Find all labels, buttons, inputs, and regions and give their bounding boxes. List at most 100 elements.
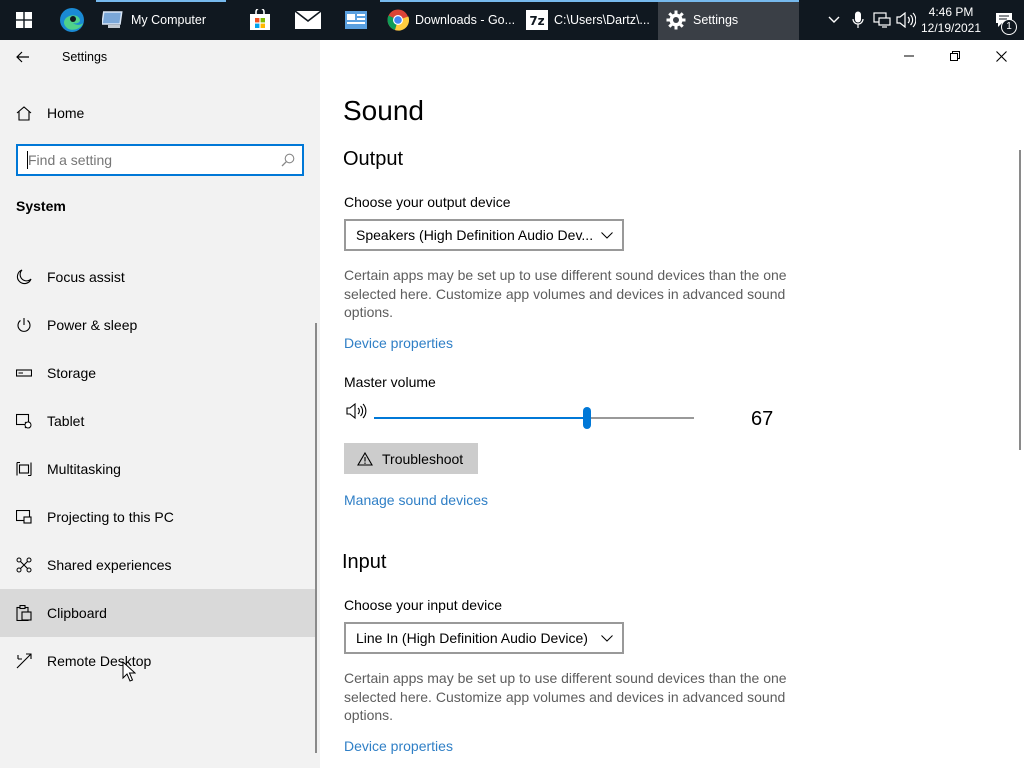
multitasking-icon [0, 445, 47, 493]
taskbar-app-7zip[interactable]: 7z C:\Users\Dartz\... [519, 0, 658, 40]
edge-icon [60, 8, 84, 32]
sidebar-item-tablet[interactable]: Tablet [0, 397, 316, 445]
sidebar-item-remote-desktop[interactable]: Remote Desktop [0, 637, 316, 685]
taskbar-app-settings[interactable]: Settings [658, 0, 799, 40]
store-taskbar-button[interactable] [236, 0, 284, 40]
search-icon[interactable] [274, 153, 302, 167]
sidebar-item-storage[interactable]: Storage [0, 349, 316, 397]
output-device-label: Choose your output device [344, 194, 511, 210]
output-device-properties-link[interactable]: Device properties [344, 335, 453, 351]
clock-date: 12/19/2021 [920, 21, 982, 35]
master-volume-slider[interactable] [374, 404, 694, 432]
sidebar-item-label: Projecting to this PC [47, 509, 174, 525]
taskbar-app-label: My Computer [131, 13, 207, 27]
output-heading: Output [343, 148, 404, 170]
taskbar-clock[interactable]: 4:46 PM 12/19/2021 [918, 4, 984, 36]
mouse-cursor-icon [122, 661, 136, 682]
back-button[interactable] [0, 40, 46, 74]
sound-settings-pane: Sound Output Choose your output device S… [320, 40, 1024, 768]
news-icon [345, 11, 367, 29]
sidebar-item-label: Tablet [47, 413, 85, 429]
shared-experiences-icon [0, 541, 47, 589]
system-tray: 4:46 PM 12/19/2021 1 [822, 0, 1024, 40]
back-arrow-icon [16, 51, 29, 63]
action-center-button[interactable]: 1 [984, 0, 1024, 40]
output-description: Certain apps may be set up to use differ… [344, 267, 787, 321]
sidebar-item-clipboard[interactable]: Clipboard [0, 589, 316, 637]
master-volume-label: Master volume [344, 374, 436, 390]
warning-icon [357, 451, 373, 466]
minimize-button[interactable] [886, 40, 932, 72]
input-device-value: Line In (High Definition Audio Device) [356, 630, 588, 646]
minimize-icon [904, 55, 914, 57]
taskbar-app-label: Settings [693, 13, 739, 27]
sidebar-item-projecting[interactable]: Projecting to this PC [0, 493, 316, 541]
edge-taskbar-button[interactable] [48, 0, 96, 40]
input-description: Certain apps may be set up to use differ… [344, 670, 787, 724]
sidebar-item-home[interactable]: Home [0, 89, 316, 137]
sidebar-item-label: Focus assist [47, 269, 125, 285]
gear-icon [664, 8, 688, 32]
sidebar-header: Settings [0, 40, 320, 74]
main-scrollbar[interactable] [1019, 150, 1021, 450]
sidebar-item-focus-assist[interactable]: Focus assist [0, 253, 316, 301]
slider-thumb[interactable] [583, 407, 591, 429]
window-title: Settings [62, 50, 108, 64]
input-device-dropdown[interactable]: Line In (High Definition Audio Device) [344, 622, 624, 654]
close-icon [995, 50, 1007, 62]
taskbar-app-my-computer[interactable]: My Computer [96, 0, 226, 40]
storage-icon [0, 349, 47, 397]
search-input[interactable]: Find a setting [16, 144, 304, 176]
sidebar-item-label: Home [47, 105, 85, 121]
taskbar-app-label: C:\Users\Dartz\... [554, 13, 650, 27]
restore-button[interactable] [932, 40, 978, 72]
start-icon [16, 12, 32, 28]
speaker-icon[interactable] [345, 402, 369, 420]
sidebar-item-label: Clipboard [47, 605, 107, 621]
tablet-icon [0, 397, 47, 445]
remote-desktop-icon [0, 637, 47, 685]
taskbar-app-chrome[interactable]: Downloads - Go... [380, 0, 519, 40]
chrome-icon [386, 8, 410, 32]
sidebar-item-power-sleep[interactable]: Power & sleep [0, 301, 316, 349]
settings-sidebar: Settings Home Find a setting System Focu… [0, 40, 320, 768]
news-taskbar-button[interactable] [332, 0, 380, 40]
manage-sound-devices-link[interactable]: Manage sound devices [344, 492, 488, 508]
projecting-icon [0, 493, 47, 541]
volume-tray-button[interactable] [894, 0, 918, 40]
7zip-icon: 7z [525, 8, 549, 32]
sidebar-item-multitasking[interactable]: Multitasking [0, 445, 316, 493]
clipboard-icon [0, 589, 47, 637]
sidebar-scrollbar[interactable] [315, 323, 317, 753]
network-tray-button[interactable] [870, 0, 894, 40]
sidebar-item-shared-experiences[interactable]: Shared experiences [0, 541, 316, 589]
chevron-down-icon [592, 634, 622, 642]
input-device-label: Choose your input device [344, 597, 502, 613]
store-icon [250, 9, 270, 30]
microphone-icon [852, 11, 864, 28]
slider-fill [374, 417, 587, 419]
network-icon [873, 12, 891, 28]
troubleshoot-button[interactable]: Troubleshoot [344, 443, 478, 474]
search-placeholder: Find a setting [27, 151, 274, 169]
input-device-properties-link[interactable]: Device properties [344, 738, 453, 754]
close-button[interactable] [978, 40, 1024, 72]
output-device-dropdown[interactable]: Speakers (High Definition Audio Dev... [344, 219, 624, 251]
output-device-value: Speakers (High Definition Audio Dev... [356, 227, 592, 243]
sidebar-item-label: Storage [47, 365, 97, 381]
speaker-icon [896, 12, 916, 28]
sidebar-section-title: System [16, 198, 66, 214]
restore-icon [950, 51, 960, 61]
master-volume-value: 67 [751, 408, 774, 430]
mail-icon [295, 11, 321, 29]
notification-count-badge: 1 [1001, 19, 1017, 35]
show-hidden-icons-button[interactable] [822, 0, 846, 40]
power-icon [0, 301, 47, 349]
taskbar-app-label: Downloads - Go... [415, 13, 516, 27]
start-button[interactable] [0, 0, 48, 40]
page-title: Sound [343, 95, 424, 126]
mail-taskbar-button[interactable] [284, 0, 332, 40]
troubleshoot-label: Troubleshoot [382, 450, 464, 467]
microphone-tray-button[interactable] [846, 0, 870, 40]
taskbar: My Computer Downloads - Go... 7z C:\User… [0, 0, 1024, 40]
